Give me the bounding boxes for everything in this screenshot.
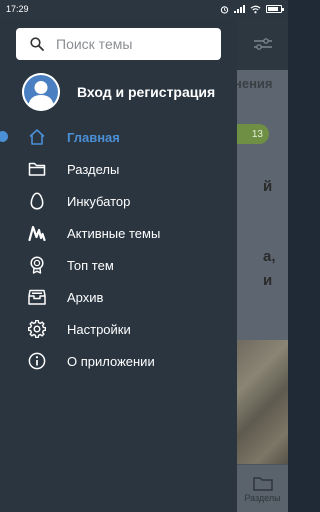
menu-item-label: Разделы xyxy=(67,161,120,177)
folder-icon xyxy=(252,476,273,491)
drawer-menu: Главная Разделы Инкубатор Активные темы xyxy=(0,121,237,377)
status-time: 17:29 xyxy=(6,4,29,14)
menu-item-active-topics[interactable]: Активные темы xyxy=(0,217,237,249)
status-icons xyxy=(220,5,284,14)
account-login-row[interactable]: Вход и регистрация xyxy=(22,72,222,112)
login-register-label: Вход и регистрация xyxy=(77,84,216,100)
background-header xyxy=(237,18,288,70)
gear-icon xyxy=(27,319,47,339)
user-avatar-icon xyxy=(22,73,60,111)
background-text-3: и xyxy=(263,272,273,289)
menu-item-settings[interactable]: Настройки xyxy=(0,313,237,345)
alarm-icon xyxy=(220,5,229,14)
battery-icon xyxy=(266,5,284,13)
menu-item-incubator[interactable]: Инкубатор xyxy=(0,185,237,217)
menu-item-label: Главная xyxy=(67,129,120,145)
menu-item-home[interactable]: Главная xyxy=(0,121,237,153)
menu-item-label: Топ тем xyxy=(67,257,114,273)
menu-item-top-topics[interactable]: Топ тем xyxy=(0,249,237,281)
menu-item-archive[interactable]: Архив xyxy=(0,281,237,313)
background-text-1: й xyxy=(263,178,273,195)
menu-item-label: Активные темы xyxy=(67,225,161,241)
background-bottom-nav: Разделы xyxy=(237,464,288,512)
background-title: нения xyxy=(237,76,273,91)
background-badge: 13 xyxy=(237,124,269,144)
status-bar: 17:29 xyxy=(0,0,288,18)
background-app: нения 13 й а, и Разделы xyxy=(237,18,288,512)
active-indicator xyxy=(0,131,8,142)
background-text-2: а, xyxy=(263,248,276,265)
wifi-icon xyxy=(250,5,261,13)
menu-item-sections[interactable]: Разделы xyxy=(0,153,237,185)
menu-item-label: О приложении xyxy=(67,353,155,369)
egg-icon xyxy=(27,191,47,211)
menu-item-label: Архив xyxy=(67,289,104,305)
signal-icon xyxy=(234,5,245,13)
archive-icon xyxy=(27,287,47,307)
home-icon xyxy=(27,127,47,147)
navigation-drawer: Вход и регистрация Главная Разделы Инкуб… xyxy=(0,18,237,512)
activity-icon xyxy=(27,223,47,243)
info-icon xyxy=(27,351,47,371)
background-image xyxy=(237,340,288,466)
background-nav-label: Разделы xyxy=(244,492,281,503)
search-box[interactable] xyxy=(16,28,221,60)
filter-icon xyxy=(253,38,272,50)
search-icon xyxy=(30,37,44,51)
menu-item-label: Настройки xyxy=(67,321,131,337)
search-input[interactable] xyxy=(56,36,206,52)
menu-item-about[interactable]: О приложении xyxy=(0,345,237,377)
menu-item-label: Инкубатор xyxy=(67,193,131,209)
award-icon xyxy=(27,255,47,275)
folder-icon xyxy=(27,159,47,179)
